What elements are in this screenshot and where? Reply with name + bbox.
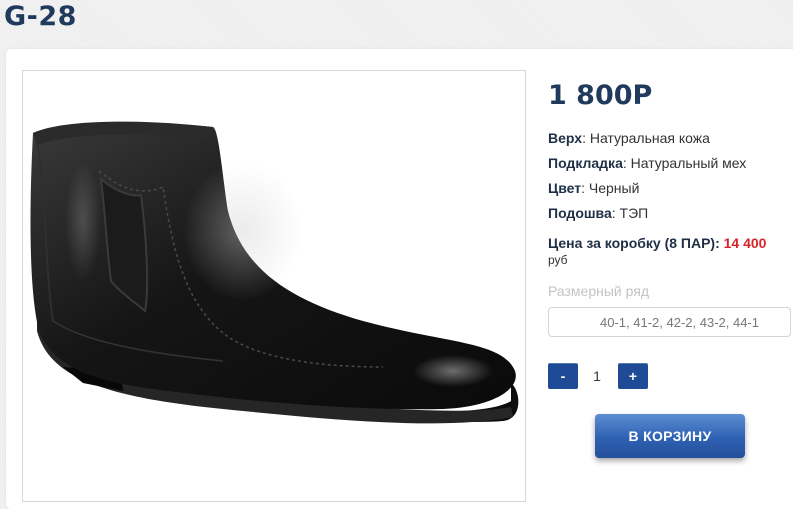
boot-image (23, 71, 525, 501)
product-price: 1 800Р (548, 80, 653, 111)
size-range-label: Размерный ряд (548, 283, 650, 299)
page-title: G-28 (4, 1, 77, 32)
spec-sole-value: : ТЭП (611, 205, 649, 221)
spec-sole: Подошва: ТЭП (548, 204, 648, 222)
spec-color-value: : Черный (581, 180, 640, 196)
spec-upper-label: Верх (548, 130, 583, 146)
currency-label: руб (548, 253, 568, 267)
box-price-value: 14 400 (723, 235, 767, 251)
quantity-decrease-button[interactable]: - (548, 363, 578, 389)
spec-sole-label: Подошва (548, 205, 612, 221)
spec-lining: Подкладка: Натуральный мех (548, 154, 746, 172)
add-to-cart-button[interactable]: В КОРЗИНУ (595, 414, 745, 458)
box-price: Цена за коробку (8 ПАР): 14 400 (548, 235, 766, 251)
spec-upper-value: : Натуральная кожа (582, 130, 710, 146)
quantity-increase-button[interactable]: + (618, 363, 648, 389)
product-image[interactable] (22, 70, 526, 502)
spec-lining-value: : Натуральный мех (622, 155, 747, 171)
box-price-label: Цена за коробку (8 ПАР): (548, 235, 724, 251)
spec-color-label: Цвет (548, 180, 582, 196)
size-range-select[interactable]: 40-1, 41-2, 42-2, 43-2, 44-1 (548, 307, 791, 337)
spec-lining-label: Подкладка (548, 155, 623, 171)
quantity-input[interactable]: 1 (582, 363, 612, 389)
spec-color: Цвет: Черный (548, 179, 639, 197)
spec-upper: Верх: Натуральная кожа (548, 129, 710, 147)
